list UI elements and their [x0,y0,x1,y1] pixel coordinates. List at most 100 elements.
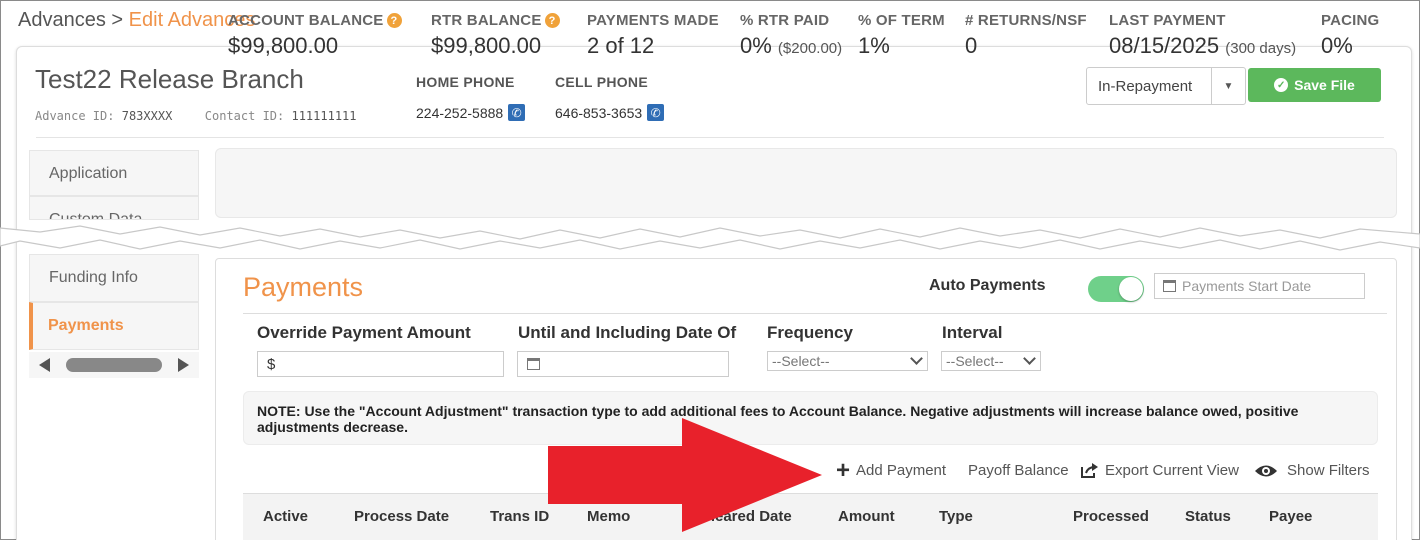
override-amount-label: Override Payment Amount [257,323,471,342]
column-header-type[interactable]: Type [939,508,973,525]
payments-divider [243,313,1387,314]
home-phone-block: HOME PHONE 224-252-5888 ✆ [416,74,526,121]
stat-last-payment: LAST PAYMENT 08/15/2025 (300 days) [1109,12,1296,59]
column-header-active[interactable]: Active [263,508,308,525]
phone-icon[interactable]: ✆ [647,104,665,121]
payments-title: Payments [243,272,364,302]
scroll-right-icon[interactable] [178,358,189,372]
currency-prefix: $ [267,355,276,373]
sidebar-item-payments[interactable]: Payments [29,302,199,350]
sidebar-item-funding-info[interactable]: Funding Info [29,254,199,302]
sidebar-item-application[interactable]: Application [29,150,199,196]
sidebar-scrollbar[interactable] [29,352,199,378]
stat-value: 0% [1321,33,1353,58]
stat-value: 08/15/2025 [1109,33,1220,58]
stat-label: ACCOUNT BALANCE [228,12,384,29]
column-header-processed[interactable]: Processed [1073,508,1149,525]
breadcrumb-parent[interactable]: Advances [18,9,106,31]
stat-value: $99,800.00 [431,33,542,58]
sidebar-item-custom-data[interactable]: Custom Data [29,196,199,220]
breadcrumb-separator: > [111,9,124,31]
override-amount-input[interactable]: $ [257,351,504,377]
column-header-process-date[interactable]: Process Date [354,508,449,525]
torn-edge-divider [0,225,1420,251]
phone-icon[interactable]: ✆ [508,104,526,121]
chevron-down-icon [910,352,923,365]
help-icon[interactable]: ? [544,13,560,28]
interval-label: Interval [942,323,1003,342]
show-filters-button[interactable]: Show Filters [1254,462,1370,479]
sidebar-item-label: Payments [48,317,124,334]
stat-value: 2 of 12 [587,33,655,58]
cell-phone-block: CELL PHONE 646-853-3653 ✆ [555,74,665,121]
stat-label: # RETURNS/NSF [965,12,1087,29]
stat-of-term: % OF TERM 1% [858,12,945,59]
export-icon [1081,462,1098,478]
stat-returns-nsf: # RETURNS/NSF 0 [965,12,1087,59]
status-value: In-Repayment [1087,68,1212,104]
toggle-knob [1119,277,1143,301]
add-payment-button[interactable]: + Add Payment [836,456,947,484]
payments-start-date-input[interactable]: Payments Start Date [1154,273,1365,299]
scroll-left-icon[interactable] [39,358,50,372]
scroll-thumb[interactable] [66,358,162,372]
add-payment-label: Add Payment [856,462,947,479]
frequency-value: --Select-- [772,353,830,369]
sidebar-item-label: Application [49,165,128,182]
stat-label: RTR BALANCE [431,12,542,29]
breadcrumb: Advances > Edit Advances [18,9,255,32]
stat-label: PACING [1321,12,1380,29]
calendar-icon [1163,280,1176,292]
stat-sub: ($200.00) [777,40,843,57]
account-stats-bar [215,148,1397,218]
until-date-input[interactable] [517,351,729,377]
payoff-balance-button[interactable]: Payoff Balance [968,462,1069,479]
caret-down-icon[interactable]: ▼ [1212,68,1245,104]
cell-phone-number: 646-853-3653 [555,104,643,121]
help-icon[interactable]: ? [386,13,402,28]
save-file-button[interactable]: ✓ Save File [1248,68,1381,102]
stat-account-balance: ACCOUNT BALANCE? $99,800.00 [228,12,402,59]
payoff-balance-label: Payoff Balance [968,462,1069,479]
stat-payments-made: PAYMENTS MADE 2 of 12 [587,12,719,59]
id-line: Advance ID: 783XXXX Contact ID: 11111111… [35,109,357,123]
frequency-select[interactable]: --Select-- [767,351,928,371]
annotation-arrow-icon [548,418,822,532]
advance-id-label: Advance ID: [35,109,115,123]
column-header-status[interactable]: Status [1185,508,1231,525]
stat-value: $99,800.00 [228,33,339,58]
contact-id-value: 111111111 [291,109,357,123]
column-header-amount[interactable]: Amount [838,508,895,525]
show-filters-label: Show Filters [1287,462,1370,479]
stat-label: % OF TERM [858,12,945,29]
stat-pacing: PACING 0% [1321,12,1379,59]
column-header-payee[interactable]: Payee [1269,508,1312,525]
plus-icon: + [836,456,851,484]
stat-label: % RTR PAID [740,12,830,29]
check-circle-icon: ✓ [1274,78,1289,92]
cell-phone-label: CELL PHONE [555,74,648,90]
save-file-label: Save File [1294,77,1355,93]
stat-rtr-balance: RTR BALANCE? $99,800.00 [431,12,560,59]
stat-label: LAST PAYMENT [1109,12,1226,29]
auto-payments-toggle[interactable] [1088,276,1144,302]
until-date-label: Until and Including Date Of [518,323,737,342]
start-date-placeholder: Payments Start Date [1182,278,1312,294]
interval-value: --Select-- [946,353,1004,369]
contact-id-label: Contact ID: [204,109,285,123]
status-dropdown[interactable]: In-Repayment ▼ [1086,67,1246,105]
eye-icon [1255,465,1277,476]
auto-payments-label: Auto Payments [929,277,1046,294]
export-view-button[interactable]: Export Current View [1080,462,1239,479]
stat-rtr-paid: % RTR PAID 0% ($200.00) [740,12,842,59]
calendar-icon [527,358,540,370]
column-header-trans-id[interactable]: Trans ID [490,508,549,525]
advance-id-value: 783XXXX [121,109,173,123]
home-phone-number: 224-252-5888 [416,104,504,121]
export-view-label: Export Current View [1105,462,1239,479]
stat-value: 1% [858,33,890,58]
header-divider [36,137,1384,138]
interval-select[interactable]: --Select-- [941,351,1041,371]
stat-sub: (300 days) [1225,40,1297,57]
page-title: Test22 Release Branch [35,64,304,94]
